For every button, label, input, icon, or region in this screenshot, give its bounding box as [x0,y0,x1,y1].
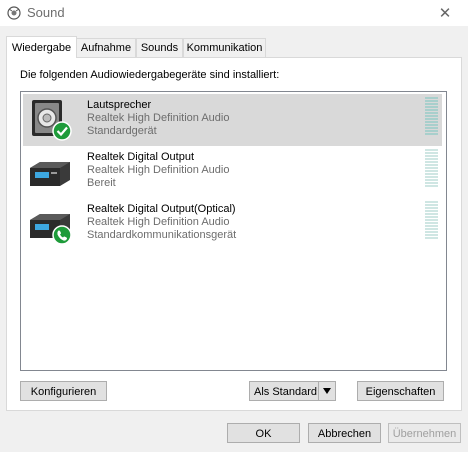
chevron-down-icon [323,388,331,394]
set-default-split-button[interactable]: Als Standard [249,381,336,401]
tab-kommunikation[interactable]: Kommunikation [183,38,266,57]
level-meter [425,97,438,137]
device-driver: Realtek High Definition Audio [87,164,230,176]
device-driver: Realtek High Definition Audio [87,112,230,124]
digital-output-icon [30,162,70,186]
tab-wiedergabe[interactable]: Wiedergabe [6,36,77,58]
list-item-digital-output[interactable]: Realtek Digital Output Realtek High Defi… [23,146,442,198]
device-name: Realtek Digital Output(Optical) [87,203,236,215]
speaker-icon [32,100,72,141]
cancel-button[interactable]: Abbrechen [308,423,381,443]
set-default-label: Als Standard [254,386,317,398]
properties-button[interactable]: Eigenschaften [357,381,444,401]
apply-button: Übernehmen [388,423,461,443]
list-item-digital-output-optical[interactable]: Realtek Digital Output(Optical) Realtek … [23,198,442,250]
title-bar[interactable]: Sound ✕ [0,0,468,26]
device-list[interactable]: Lautsprecher Realtek High Definition Aud… [20,91,447,371]
level-meter [425,201,438,241]
phone-badge-icon [52,225,72,245]
dropdown-arrow-button[interactable] [318,382,335,400]
device-status: Standardkommunikationsgerät [87,229,237,241]
level-meter [425,149,438,189]
device-status: Standardgerät [87,125,157,137]
list-item-lautsprecher[interactable]: Lautsprecher Realtek High Definition Aud… [23,94,442,146]
digital-output-icon [30,214,72,245]
window-title: Sound [27,5,65,20]
ok-button[interactable]: OK [227,423,300,443]
tab-aufnahme[interactable]: Aufnahme [76,38,136,57]
device-info: Realtek Digital Output(Optical) Realtek … [87,203,236,242]
panel-caption: Die folgenden Audiowiedergabegeräte sind… [20,69,280,81]
device-driver: Realtek High Definition Audio [87,216,230,228]
device-status: Bereit [87,177,116,189]
close-button[interactable]: ✕ [422,0,468,26]
tab-sounds[interactable]: Sounds [136,38,183,57]
dialog-client-area: Wiedergabe Aufnahme Sounds Kommunikation… [0,26,468,452]
configure-button[interactable]: Konfigurieren [20,381,107,401]
close-icon: ✕ [438,5,452,22]
check-badge-icon [52,121,72,141]
playback-panel: Die folgenden Audiowiedergabegeräte sind… [6,57,462,411]
device-info: Lautsprecher Realtek High Definition Aud… [87,99,229,138]
device-info: Realtek Digital Output Realtek High Defi… [87,151,229,190]
speaker-app-icon [7,6,21,20]
device-name: Lautsprecher [87,99,152,111]
device-name: Realtek Digital Output [87,151,194,163]
